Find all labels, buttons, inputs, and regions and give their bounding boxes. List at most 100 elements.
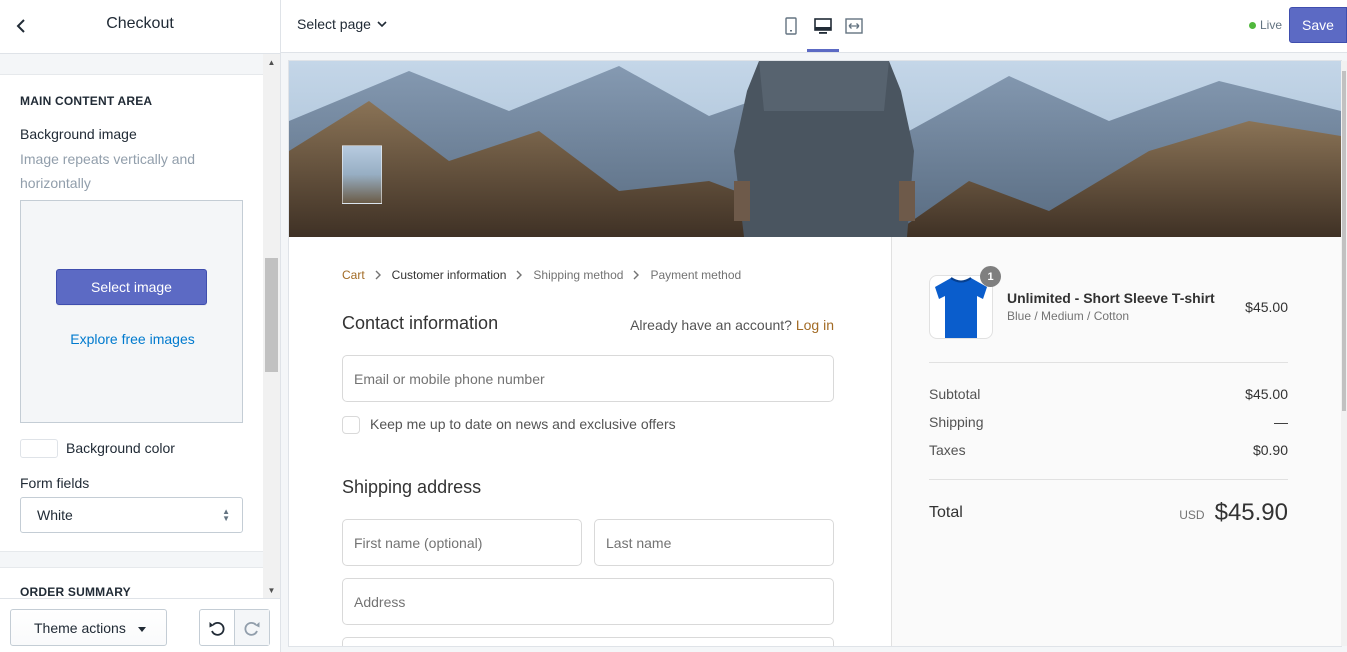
desktop-icon [814,17,832,34]
checkout-preview: Cart Customer information Shipping metho… [289,61,1341,646]
breadcrumb-shipping-method: Shipping method [533,268,624,282]
theme-actions-label: Theme actions [34,619,126,636]
address-field[interactable]: Address [342,578,834,625]
log-in-link[interactable]: Log in [796,317,834,333]
order-summary-heading: ORDER SUMMARY [20,585,131,598]
fullscreen-icon [845,18,863,34]
currency-code: USD [1179,508,1205,522]
theme-editor-sidebar: Checkout MAIN CONTENT AREA Background im… [0,0,281,652]
apartment-field[interactable] [342,637,834,646]
theme-actions-button[interactable]: Theme actions [10,609,167,646]
live-status: Live [1249,18,1282,32]
fullscreen-view-button[interactable] [838,12,870,40]
store-logo-thumbnail[interactable] [342,145,382,204]
breadcrumb-cart[interactable]: Cart [342,268,365,282]
checkout-main-column: Cart Customer information Shipping metho… [289,237,891,646]
address-placeholder: Address [354,593,406,610]
divider [929,479,1288,480]
background-image-hint: Image repeats vertically and horizontall… [20,151,196,191]
subtotal-label: Subtotal [929,386,981,402]
chevron-right-icon [633,270,640,280]
total-row: Total USD $45.90 [929,499,1288,527]
account-prompt: Already have an account? Log in [630,317,834,333]
background-color-label: Background color [66,440,175,456]
product-variant: Blue / Medium / Cotton [1007,309,1130,323]
mobile-view-button[interactable] [775,12,807,40]
newsletter-label: Keep me up to date on news and exclusive… [370,416,676,432]
sidebar-header: Checkout [0,0,280,54]
subtotal-row: Subtotal $45.00 [929,386,1288,402]
shipping-label: Shipping [929,414,984,430]
contact-information-heading: Contact information [342,313,499,333]
newsletter-checkbox[interactable] [342,416,360,434]
scroll-down-arrow-icon[interactable]: ▼ [263,582,280,598]
shipping-value: — [1274,414,1288,430]
email-placeholder: Email or mobile phone number [354,370,545,387]
scroll-up-arrow-icon[interactable]: ▲ [263,54,280,70]
chevron-down-icon [377,21,387,27]
first-name-field[interactable]: First name (optional) [342,519,582,566]
shipping-row: Shipping — [929,414,1288,430]
redo-button[interactable] [234,610,269,645]
redo-icon [244,621,260,636]
first-name-placeholder: First name (optional) [354,534,483,551]
caret-down-icon [137,627,146,632]
quantity-badge: 1 [980,266,1001,287]
main-content-area-heading: MAIN CONTENT AREA [20,94,153,108]
form-fields-select[interactable]: White ▲ ▼ [20,497,243,533]
mobile-icon [785,17,797,35]
image-picker: Select image Explore free images [20,200,243,423]
breadcrumb-customer-information: Customer information [391,268,507,282]
background-image-label: Background image [20,126,137,142]
live-status-dot [1249,21,1256,29]
active-device-indicator [807,49,839,52]
background-color-swatch[interactable] [20,439,58,458]
hero-banner-image [289,61,1341,237]
breadcrumb: Cart Customer information Shipping metho… [342,268,741,282]
sidebar-scrollbar[interactable]: ▲ ▼ [263,54,280,598]
select-page-label: Select page [297,16,371,32]
save-button[interactable]: Save [1289,7,1347,43]
product-line-item: 1 Unlimited - Short Sleeve T-shirt Blue … [929,266,1289,341]
live-status-label: Live [1260,18,1283,32]
last-name-placeholder: Last name [606,534,672,551]
select-page-dropdown[interactable]: Select page [297,16,387,32]
mountain-scene-image [289,61,1341,237]
account-prompt-text: Already have an account? [630,317,792,333]
sidebar-title: Checkout [106,15,174,32]
divider [929,362,1288,363]
form-fields-label: Form fields [20,475,90,491]
product-price: $45.00 [1245,299,1288,315]
select-image-button[interactable]: Select image [56,269,207,305]
chevron-right-icon [375,270,382,280]
select-arrows-icon: ▲ ▼ [222,507,230,523]
order-summary-panel: ORDER SUMMARY [0,567,263,598]
email-field[interactable]: Email or mobile phone number [342,355,834,402]
form-fields-value: White [37,507,73,523]
subtotal-value: $45.00 [1245,386,1288,402]
breadcrumb-payment-method: Payment method [650,268,742,282]
order-summary-column: 1 Unlimited - Short Sleeve T-shirt Blue … [891,237,1341,646]
main-content-area-panel: MAIN CONTENT AREA Background image Image… [0,74,263,552]
preview-scrollbar-thumb[interactable] [1342,71,1346,411]
tshirt-icon [935,277,987,338]
shipping-address-heading: Shipping address [342,477,482,497]
chevron-right-icon [516,270,523,280]
product-name: Unlimited - Short Sleeve T-shirt [1007,290,1215,306]
last-name-field[interactable]: Last name [594,519,834,566]
sidebar-footer: Theme actions [0,598,280,652]
editor-topbar: Select page Live Save [281,0,1347,53]
taxes-label: Taxes [929,442,966,458]
explore-free-images-link[interactable]: Explore free images [21,331,244,347]
scrollbar-thumb[interactable] [265,258,278,372]
preview-scrollbar[interactable] [1341,61,1347,646]
taxes-row: Taxes $0.90 [929,442,1288,458]
settings-scroll-area[interactable]: MAIN CONTENT AREA Background image Image… [0,54,263,598]
taxes-value: $0.90 [1252,442,1288,458]
total-label: Total [929,504,963,521]
undo-button[interactable] [200,610,234,645]
total-amount-group: USD $45.90 [1179,499,1288,527]
undo-redo-group [199,609,270,646]
desktop-view-button[interactable] [807,12,839,40]
undo-icon [209,621,225,636]
